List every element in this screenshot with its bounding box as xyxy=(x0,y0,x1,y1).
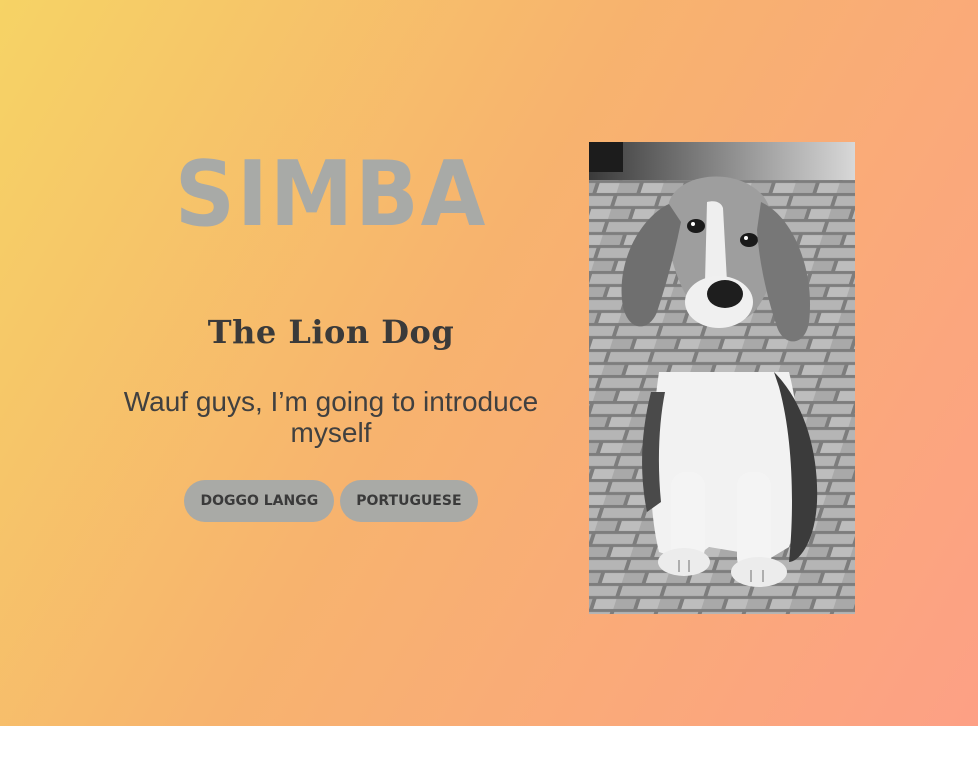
intro-text: Wauf guys, I’m going to introduce myself xyxy=(123,386,539,448)
tag-doggo-langg[interactable]: DOGGO LANGG xyxy=(184,480,335,522)
page-subtitle: The Lion Dog xyxy=(207,313,455,351)
dog-photo xyxy=(589,142,855,614)
tag-list: DOGGO LANGG PORTUGUESE xyxy=(100,480,562,522)
beagle-image xyxy=(589,142,855,614)
tag-portuguese[interactable]: PORTUGUESE xyxy=(340,480,478,522)
page-title: SIMBA xyxy=(174,142,488,247)
hero-text-column: SIMBA The Lion Dog Wauf guys, I’m going … xyxy=(100,150,562,522)
hero-section: SIMBA The Lion Dog Wauf guys, I’m going … xyxy=(0,0,978,726)
